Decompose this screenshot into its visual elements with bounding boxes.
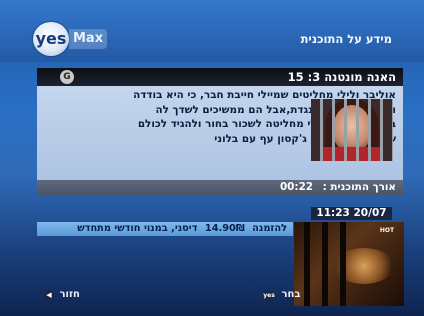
program-title: האנה מונטנה 3: 15 — [287, 70, 396, 84]
thumbnail-bars — [311, 99, 393, 161]
vod-offer-text: דיסני, במנוי חודשי מתחדש — [77, 223, 198, 234]
yes-max-logo: yes Max — [33, 22, 111, 56]
duration-label: אורך התוכנית : — [322, 181, 396, 193]
select-label: בחר — [281, 289, 301, 300]
video-beam — [304, 222, 310, 306]
vod-offer-bar[interactable]: להזמנה 14.90₪ דיסני, במנוי חודשי מתחדש — [37, 222, 293, 236]
duration-value: 00:22 — [279, 181, 314, 193]
program-thumbnail — [311, 99, 393, 161]
back-label: חזור — [59, 289, 80, 300]
vod-order-label: להזמנה — [252, 223, 287, 234]
page-title: מידע על התוכנית — [300, 32, 392, 46]
max-logo-text: Max — [69, 29, 108, 49]
live-preview-video: HOT — [294, 222, 404, 306]
clock: 11:23 20/07 — [311, 207, 392, 220]
back-button-icon: ◀ — [44, 290, 54, 300]
rating-badge: G — [60, 70, 74, 84]
back-hint[interactable]: חזור ◀ — [44, 289, 80, 300]
video-beam — [322, 222, 328, 306]
select-hint[interactable]: בחר yes — [262, 289, 300, 301]
duration-row: אורך התוכנית : 00:22 — [96, 180, 396, 195]
video-beam — [340, 222, 346, 306]
vod-price: 14.90₪ — [204, 223, 245, 234]
yes-button-icon: yes — [262, 291, 276, 301]
epg-screen: yes Max מידע על התוכנית G האנה מונטנה 3:… — [0, 0, 424, 316]
channel-badge: HOT — [379, 227, 395, 234]
yes-logo: yes — [33, 22, 69, 56]
